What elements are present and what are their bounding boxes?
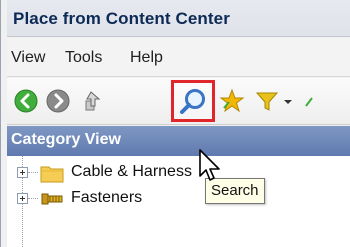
mouse-cursor-icon (199, 149, 220, 181)
menu-bar: View Tools Help (7, 38, 350, 77)
folder-icon (40, 166, 64, 183)
expand-icon[interactable] (17, 167, 28, 178)
expand-icon[interactable] (17, 193, 28, 204)
toolbar-overflow-partial[interactable] (302, 88, 314, 114)
tree-item-label: Fasteners (71, 189, 143, 206)
tree-connector (28, 198, 38, 199)
window-title: Place from Content Center (13, 9, 230, 28)
favorites-star-icon (219, 88, 245, 113)
place-from-content-center-window: Place from Content Center View Tools Hel… (0, 0, 350, 247)
back-button[interactable] (13, 88, 39, 114)
category-tree: Cable & Harness Fasteners (7, 156, 350, 247)
category-view-title: Category View (11, 131, 121, 148)
forward-button[interactable] (45, 88, 71, 114)
filter-button[interactable] (254, 88, 280, 114)
menu-view[interactable]: View (11, 49, 45, 67)
fasteners-icon (41, 193, 63, 205)
search-icon (180, 89, 205, 114)
up-button[interactable] (79, 88, 105, 114)
chevron-down-icon (284, 100, 292, 104)
forward-icon (46, 89, 70, 113)
menu-help[interactable]: Help (130, 49, 163, 67)
menu-tools[interactable]: Tools (65, 49, 102, 67)
up-icon (85, 91, 101, 111)
favorites-button[interactable] (219, 88, 245, 114)
back-icon (14, 89, 38, 113)
search-button[interactable] (171, 80, 215, 122)
title-bar: Place from Content Center (7, 0, 350, 37)
tree-connector (28, 172, 38, 173)
partial-toolbar-icon (305, 97, 313, 107)
filter-funnel-icon (255, 92, 279, 111)
toolbar (7, 78, 350, 125)
category-view-header: Category View (7, 126, 350, 156)
tree-item-label: Cable & Harness (71, 163, 192, 180)
filter-dropdown-button[interactable] (282, 88, 294, 114)
